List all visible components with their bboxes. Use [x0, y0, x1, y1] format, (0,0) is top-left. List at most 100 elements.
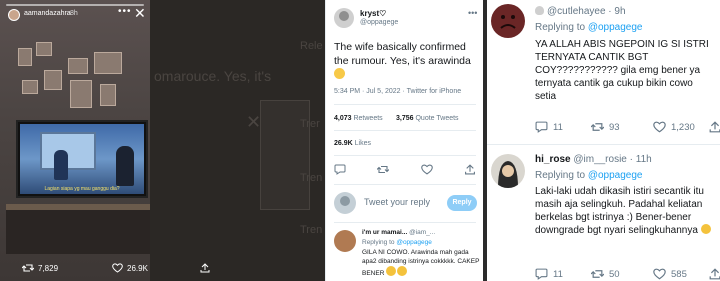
story-time: 8h: [70, 10, 78, 17]
story-action-bar: 7,829 26.9K: [0, 255, 325, 281]
replying-to-handle[interactable]: @oppagege: [588, 170, 643, 181]
heart-icon: [653, 268, 666, 280]
photo: [36, 42, 52, 56]
tweet-display-name[interactable]: kryst♡: [360, 9, 386, 18]
share-icon[interactable]: [464, 164, 476, 175]
reply-icon[interactable]: [334, 164, 346, 175]
reply-text-body: Laki-laki udah dikasih istiri secantik i…: [535, 186, 704, 236]
like-count: 26.9K: [127, 263, 148, 273]
photo: [18, 48, 32, 66]
divider: [334, 222, 476, 223]
replying-to-handle[interactable]: @oppagege: [588, 22, 643, 33]
divider: [487, 144, 720, 145]
share-icon: [709, 121, 720, 133]
retweet-icon: [591, 270, 604, 278]
replying-to-label: Replying to: [362, 239, 395, 246]
reply-count: 11: [553, 121, 563, 133]
comment-author[interactable]: i'm ur mamai... @iam_...: [362, 229, 435, 236]
reply-button[interactable]: Reply: [447, 195, 477, 211]
reply-icon: [535, 121, 548, 133]
quote-label: Quote Tweets: [415, 115, 459, 122]
avatar[interactable]: [8, 9, 20, 21]
ghost-text: Rele: [300, 40, 323, 52]
tweet-timestamp[interactable]: 5:34 PM · Jul 5, 2022 · Twitter for iPho…: [334, 88, 461, 95]
replying-to: Replying to @oppagege: [535, 22, 642, 33]
tv: Lagian siapa yg mau ganggu dia?: [16, 120, 148, 198]
story-username[interactable]: aamandazahra: [24, 10, 71, 17]
tweet-panel: kryst♡ @oppagege ••• The wife basically …: [325, 0, 483, 281]
retweet-icon[interactable]: [377, 164, 390, 175]
tweet-actions: [334, 164, 476, 176]
dimmed-background: Rele omarouce. Yes, it's Trer Tren Tren …: [150, 0, 325, 281]
avatar[interactable]: [491, 4, 525, 38]
ghost-text: Trer: [300, 118, 320, 130]
photo: [22, 80, 38, 94]
like-button[interactable]: 585: [653, 268, 687, 280]
retweets-count: 4,073: [334, 115, 352, 122]
divider: [334, 184, 476, 185]
likes-stat[interactable]: 26.9K Likes: [334, 140, 371, 147]
grinning-face-emoji: [700, 224, 711, 234]
tv-cabinet: [6, 204, 150, 254]
reply-button[interactable]: 11: [535, 268, 563, 280]
reply-author[interactable]: @cutlehayee · 9h: [535, 6, 626, 17]
tv-figure: [116, 146, 134, 186]
like-button[interactable]: 26.9K: [112, 263, 148, 273]
avatar[interactable]: [334, 230, 356, 252]
like-count: 585: [671, 268, 687, 280]
share-button[interactable]: [709, 268, 720, 280]
photo: [70, 80, 92, 108]
tv-scene-window: [40, 132, 96, 170]
retweet-count: 7,829: [38, 263, 59, 273]
comment-text-body: GILA NI COWO. Arawinda mah gada apa2 dib…: [362, 249, 480, 277]
hijab-avatar-icon: [498, 161, 518, 188]
share-icon: [200, 263, 210, 273]
reply-input[interactable]: Tweet your reply: [364, 197, 430, 207]
heart-icon[interactable]: [420, 164, 433, 175]
replying-to-handle[interactable]: @oppagege: [396, 239, 432, 246]
retweet-button[interactable]: 7,829: [22, 263, 58, 273]
like-count: 1,230: [671, 121, 695, 133]
retweet-button[interactable]: 50: [591, 268, 620, 280]
story-card[interactable]: aamandazahra 8h ••• ✕ Lagian siapa yg ma…: [0, 0, 150, 281]
more-icon[interactable]: •••: [118, 6, 132, 17]
reply-handle: @cutlehayee · 9h: [547, 6, 626, 17]
skull-icon: [535, 6, 544, 15]
share-button[interactable]: [709, 121, 720, 133]
close-icon[interactable]: ✕: [134, 6, 146, 20]
heart-icon: [653, 121, 666, 133]
screenshot-collage: Rele omarouce. Yes, it's Trer Tren Tren …: [0, 0, 720, 281]
tv-figure: [54, 150, 68, 180]
ghost-panel: [260, 100, 310, 210]
divider: [334, 155, 476, 156]
photo: [44, 70, 62, 90]
sad-face-avatar-icon: [500, 15, 516, 29]
retweet-icon: [591, 123, 604, 131]
worried-face-emoji: [334, 68, 345, 79]
retweet-button[interactable]: 93: [591, 121, 620, 133]
instagram-story-panel: Rele omarouce. Yes, it's Trer Tren Tren …: [0, 0, 325, 281]
ghost-close-icon: ✕: [246, 112, 262, 132]
like-button[interactable]: 1,230: [653, 121, 695, 133]
ghost-text: Tren: [300, 172, 323, 184]
share-button[interactable]: [200, 263, 210, 273]
comment-replying-to: Replying to @oppagege: [362, 239, 432, 246]
quote-tweets-stat[interactable]: 3,756 Quote Tweets: [396, 115, 459, 122]
tweet-handle[interactable]: @oppagege: [360, 19, 398, 26]
avatar[interactable]: [334, 8, 354, 28]
tweet-text: The wife basically confirmed the rumour.…: [334, 40, 479, 82]
photo-wall: [18, 40, 138, 118]
photo: [68, 58, 88, 74]
avatar[interactable]: [491, 154, 525, 188]
tv-screen: Lagian siapa yg mau ganggu dia?: [20, 124, 144, 194]
ghost-text: Tren: [300, 224, 323, 236]
more-icon[interactable]: •••: [468, 8, 477, 18]
divider: [334, 130, 476, 131]
reply-button[interactable]: 11: [535, 121, 563, 133]
likes-label: Likes: [354, 140, 371, 147]
reply-author[interactable]: hi_rose @im__rosie · 11h: [535, 154, 652, 165]
retweets-stat[interactable]: 4,073 Retweets: [334, 115, 383, 122]
retweet-count: 93: [609, 121, 620, 133]
heart-icon: [112, 263, 123, 273]
reply-handle: @im__rosie · 11h: [573, 154, 652, 165]
